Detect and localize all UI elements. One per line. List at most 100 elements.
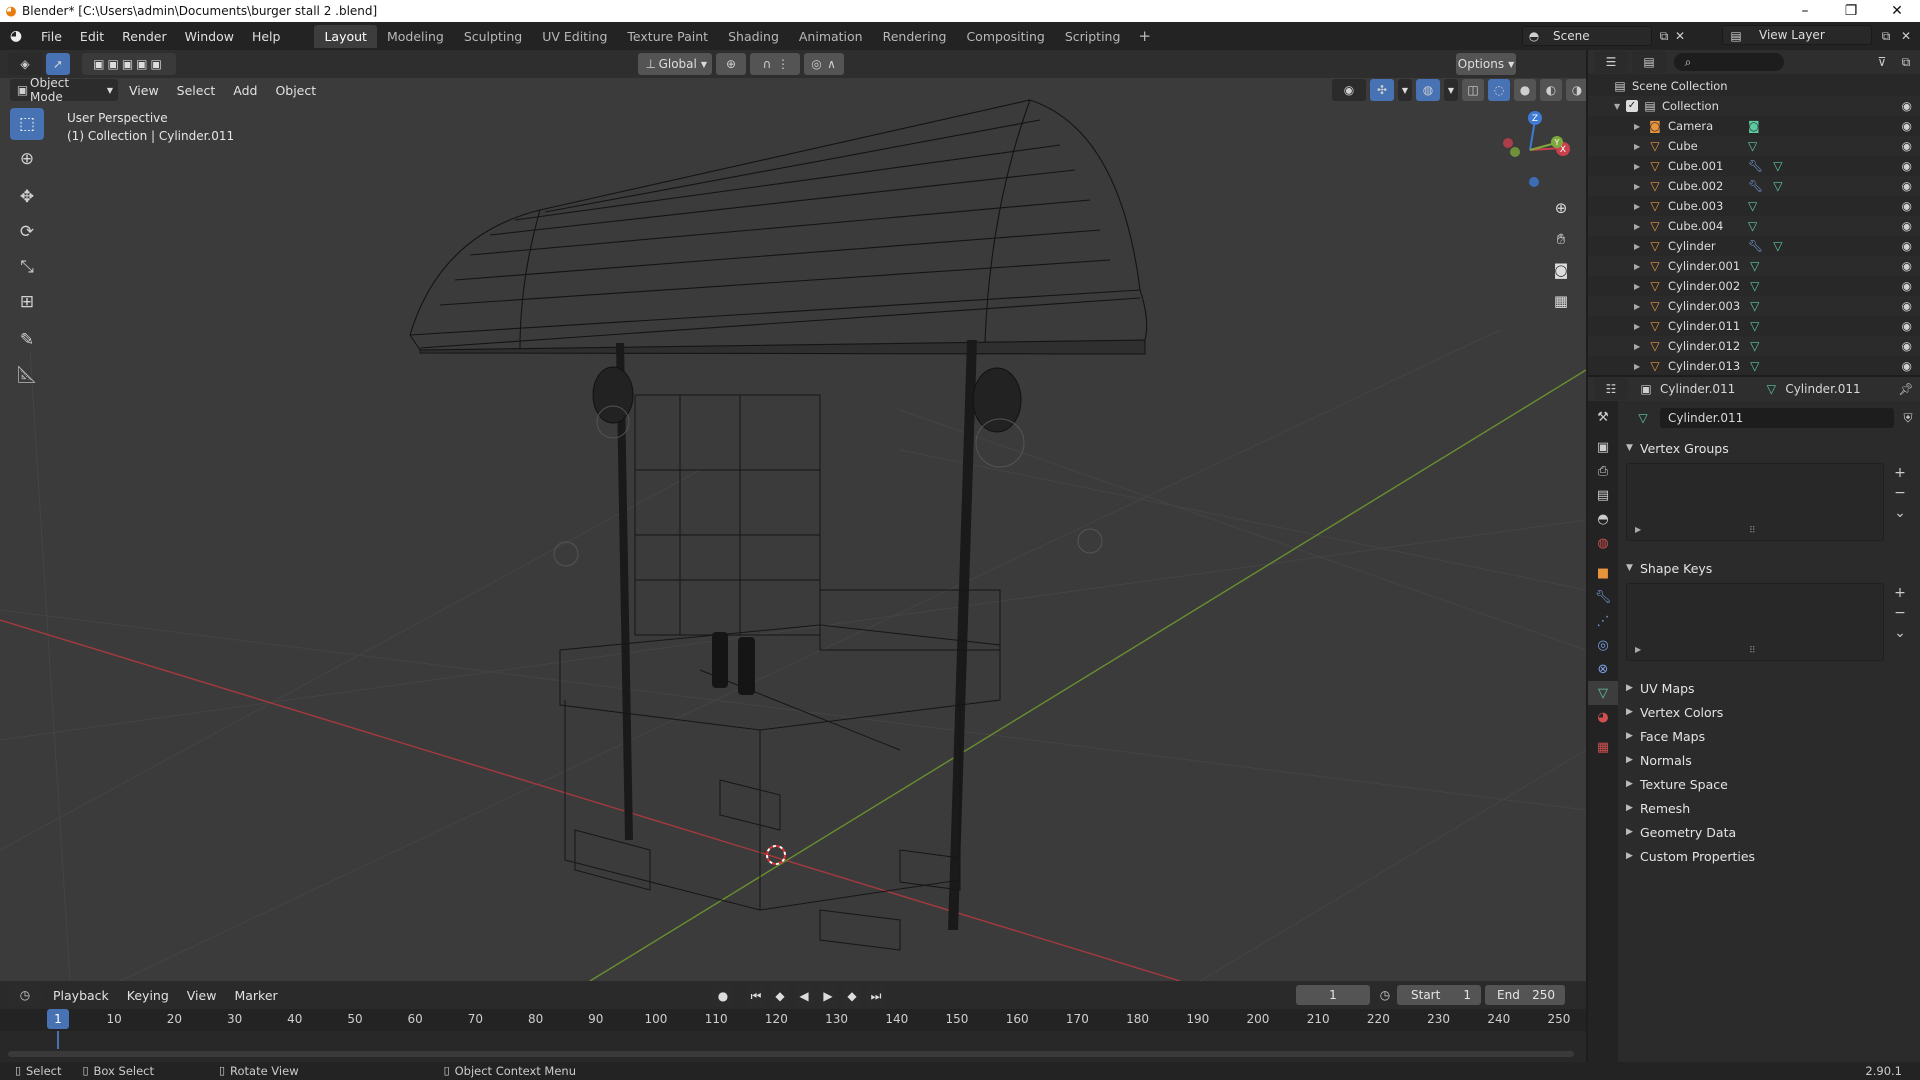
eye-icon[interactable]: ◉ [1902, 259, 1912, 273]
viewport-scene[interactable] [0, 50, 1586, 981]
rendered-shading-button[interactable]: ◑ [1566, 79, 1586, 101]
timeline-editor-type[interactable]: ◷ [8, 984, 42, 1006]
expand-triangle-icon[interactable]: ▶ [1634, 282, 1646, 291]
frame-ruler[interactable]: 1 10 20 30 40 50 60 70 80 90 100 110 120 130 140 150 16… [0, 1009, 1586, 1031]
expand-triangle-icon[interactable]: ▶ [1634, 222, 1646, 231]
outliner-object-row[interactable]: ▶ ▽ Cylinder.012 ▽ ◉ [1588, 336, 1920, 356]
start-frame-field[interactable]: Start 1 [1397, 985, 1481, 1005]
fake-user-shield-icon[interactable]: ⛨ [1900, 410, 1916, 426]
tab-rendering[interactable]: Rendering [873, 25, 957, 48]
solid-shading-button[interactable]: ● [1514, 79, 1536, 101]
editor-type-button[interactable]: ◈ [8, 53, 42, 75]
expand-triangle-icon[interactable]: ▶ [1634, 342, 1646, 351]
mesh-data-icon[interactable]: ▽ [1748, 199, 1757, 213]
mode-dropdown[interactable]: ▣ Object Mode ▼ [10, 76, 118, 104]
selection-mode-buttons[interactable]: ▣▣▣▣▣ [82, 53, 176, 75]
list-expand-icon[interactable]: ▶ [1635, 645, 1641, 654]
eye-icon[interactable]: ◉ [1902, 219, 1912, 233]
eye-icon[interactable]: ◉ [1902, 359, 1912, 373]
outliner-object-row[interactable]: ▶ ▽ Cube.002 🔧︎ ▽ ◉ [1588, 176, 1920, 196]
move-tool[interactable]: ✥ [10, 181, 44, 213]
tab-shading[interactable]: Shading [718, 25, 789, 48]
preview-range-clock-icon[interactable]: ◷ [1377, 987, 1393, 1003]
menu-file[interactable]: File [32, 29, 71, 44]
scale-tool[interactable]: ⤡ [10, 251, 44, 283]
measure-tool[interactable]: 📐︎ [10, 359, 44, 391]
filter-icon[interactable]: ⊽ [1874, 54, 1890, 70]
proportional-editing-toggle[interactable]: ◎ ∧ [804, 53, 844, 75]
tab-texture[interactable]: ▦ [1588, 735, 1618, 759]
jump-start-button[interactable]: ⏮ [746, 985, 766, 1007]
outliner-object-row[interactable]: ▶ ▽ Cylinder.011 ▽ ◉ [1588, 316, 1920, 336]
outliner-object-row[interactable]: ▶ ▽ Cube.003 ▽ ◉ [1588, 196, 1920, 216]
add-shape-key-button[interactable]: + [1890, 583, 1910, 603]
blender-menu-icon[interactable]: ◕ [0, 28, 32, 44]
eye-icon[interactable]: ◉ [1902, 239, 1912, 253]
eye-icon[interactable]: ◉ [1902, 119, 1912, 133]
menu-marker[interactable]: Marker [225, 988, 286, 1003]
outliner-editor-type[interactable]: ☰ [1594, 51, 1628, 73]
mesh-data-icon[interactable]: ▽ [1750, 359, 1759, 373]
restore-button[interactable]: ❐ [1828, 0, 1874, 22]
transform-orientation-dropdown[interactable]: ⊥ Global ▼ [638, 53, 712, 75]
mesh-data-icon[interactable]: ▽ [1750, 259, 1759, 273]
expand-triangle-icon[interactable]: ▶ [1634, 242, 1646, 251]
uv-maps-panel-header[interactable]: ▶ UV Maps [1622, 677, 1916, 699]
play-reverse-button[interactable]: ◀ [794, 985, 814, 1007]
viewport-menu-select[interactable]: Select [168, 83, 225, 98]
normals-panel-header[interactable]: ▶ Normals [1622, 749, 1916, 771]
menu-render[interactable]: Render [113, 29, 176, 44]
outliner-object-row[interactable]: ▶ ▽ Cylinder.002 ▽ ◉ [1588, 276, 1920, 296]
view-layer-name-field[interactable]: View Layer [1722, 25, 1872, 45]
jump-end-button[interactable]: ⏭ [866, 985, 886, 1007]
new-collection-icon[interactable]: ⧉ [1898, 54, 1914, 70]
mesh-data-icon[interactable]: ▽ [1750, 299, 1759, 313]
tab-scene[interactable]: ◓ [1588, 507, 1618, 531]
vertex-groups-list[interactable]: ▶ ⠿ [1626, 463, 1884, 541]
eye-icon[interactable]: ◉ [1902, 159, 1912, 173]
options-dropdown[interactable]: Options ▼ [1456, 53, 1516, 75]
eye-icon[interactable]: ◉ [1902, 99, 1912, 113]
viewport-menu-object[interactable]: Object [266, 83, 325, 98]
menu-keying[interactable]: Keying [118, 988, 178, 1003]
tab-output[interactable]: ⎙ [1588, 459, 1618, 483]
tab-world[interactable]: ◍ [1588, 531, 1618, 555]
outliner-object-row[interactable]: ▶ ▽ Cube.004 ▽ ◉ [1588, 216, 1920, 236]
custom-properties-panel-header[interactable]: ▶ Custom Properties [1622, 845, 1916, 867]
current-frame-field[interactable]: 1 [1296, 985, 1370, 1005]
record-button[interactable]: ● [712, 985, 734, 1007]
eye-icon[interactable]: ◉ [1902, 299, 1912, 313]
navigation-gizmo[interactable]: Z X Y [1490, 105, 1570, 195]
delete-view-layer-icon[interactable]: ✕ [1898, 28, 1914, 44]
resize-handle-icon[interactable]: ⠿ [1749, 526, 1756, 536]
wrench-icon[interactable]: 🔧︎ [1748, 179, 1763, 193]
outliner-object-row[interactable]: ▶ ◙ Camera ◙ ◉ [1588, 116, 1920, 136]
tab-particles[interactable]: ⋰ [1588, 609, 1618, 633]
tab-modeling[interactable]: Modeling [377, 25, 454, 48]
tab-constraints[interactable]: ⊗ [1588, 657, 1618, 681]
overlays-toggle[interactable]: ◍ [1416, 79, 1440, 101]
menu-playback[interactable]: Playback [44, 988, 118, 1003]
outliner-object-row[interactable]: ▶ ▽ Cylinder 🔧︎ ▽ ◉ [1588, 236, 1920, 256]
delete-scene-icon[interactable]: ✕ [1672, 28, 1688, 44]
expand-triangle-icon[interactable]: ▶ [1634, 162, 1646, 171]
gizmo-dropdown[interactable]: ▼ [1398, 79, 1412, 101]
eye-icon[interactable]: ◉ [1902, 139, 1912, 153]
select-box-tool[interactable]: ⬚ [10, 108, 44, 140]
expand-triangle-icon[interactable]: ▶ [1634, 122, 1646, 131]
mesh-data-icon[interactable]: ▽ [1773, 239, 1782, 253]
remesh-panel-header[interactable]: ▶ Remesh [1622, 797, 1916, 819]
wireframe-shading-button[interactable]: ◌ [1488, 79, 1510, 101]
tab-material[interactable]: ◕ [1588, 705, 1618, 729]
neg-y-handle[interactable] [1510, 147, 1520, 157]
tab-sculpting[interactable]: Sculpting [454, 25, 532, 48]
camera-view-button[interactable]: ◙ [1548, 257, 1574, 283]
collection-row[interactable]: ▼ ✓ ▤ Collection ◉ [1588, 96, 1920, 116]
gizmo-toggle[interactable]: ✣ [1370, 79, 1394, 101]
add-vertex-group-button[interactable]: + [1890, 463, 1910, 483]
tab-animation[interactable]: Animation [789, 25, 873, 48]
snapping-toggle[interactable]: ∩ ⋮ [750, 53, 800, 75]
timeline-scrollbar[interactable] [8, 1051, 1574, 1057]
tab-texture-paint[interactable]: Texture Paint [617, 25, 718, 48]
neg-x-handle[interactable] [1503, 138, 1513, 148]
